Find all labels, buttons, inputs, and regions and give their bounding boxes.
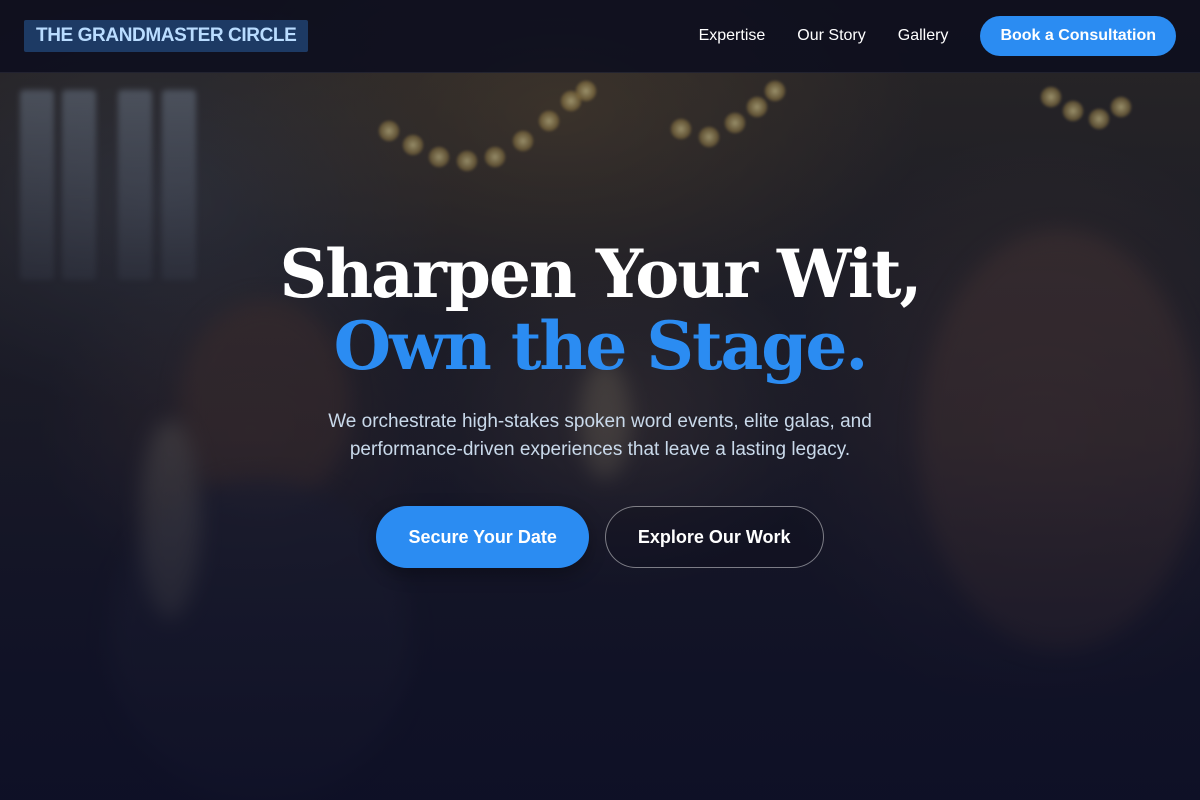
hero-cta-row: Secure Your Date Explore Our Work <box>0 506 1200 568</box>
hero-section: Sharpen Your Wit, Own the Stage. We orch… <box>0 238 1200 568</box>
nav-link-expertise[interactable]: Expertise <box>699 27 766 45</box>
hero-headline: Sharpen Your Wit, Own the Stage. <box>0 238 1200 382</box>
secure-your-date-button[interactable]: Secure Your Date <box>376 506 589 568</box>
page: THE GRANDMASTER CIRCLE Expertise Our Sto… <box>0 0 1200 800</box>
logo[interactable]: THE GRANDMASTER CIRCLE <box>24 20 309 52</box>
headline-line-1: Sharpen Your Wit, <box>279 235 923 313</box>
book-consultation-button[interactable]: Book a Consultation <box>980 16 1176 56</box>
site-header: THE GRANDMASTER CIRCLE Expertise Our Sto… <box>0 0 1200 73</box>
explore-our-work-button[interactable]: Explore Our Work <box>604 506 824 568</box>
hero-subtitle: We orchestrate high-stakes spoken word e… <box>328 411 872 460</box>
main-nav: Expertise Our Story Gallery Book a Consu… <box>699 16 1176 56</box>
headline-line-2: Own the Stage. <box>333 307 869 385</box>
nav-link-our-story[interactable]: Our Story <box>797 27 865 45</box>
nav-link-gallery[interactable]: Gallery <box>898 27 949 45</box>
